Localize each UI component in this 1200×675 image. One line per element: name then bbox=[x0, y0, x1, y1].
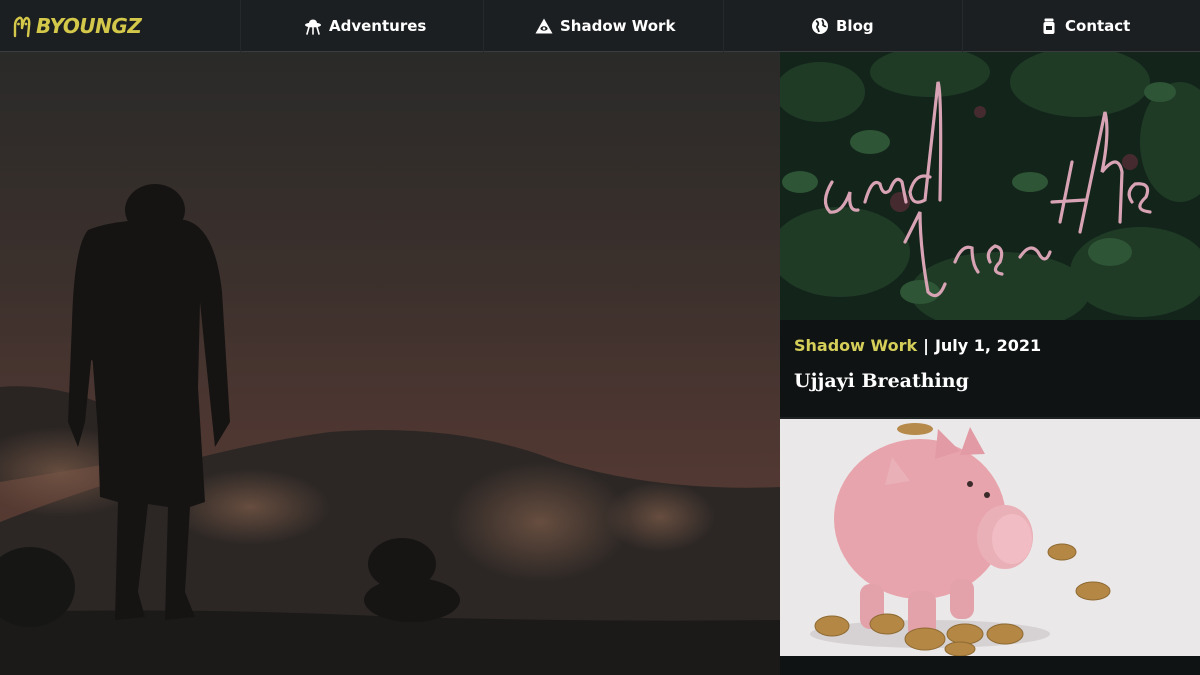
nav-label-contact: Contact bbox=[1065, 17, 1131, 35]
globe-icon bbox=[812, 18, 828, 34]
logo-hands-icon bbox=[13, 16, 31, 38]
post-image-and-breathe[interactable] bbox=[780, 52, 1200, 320]
post-image-piggy-bank[interactable] bbox=[780, 419, 1200, 656]
top-navigation: BYOUNGZ Adventures Shadow Work Blog Cont… bbox=[0, 0, 1200, 52]
post-title-link[interactable]: Ujjayi Breathing bbox=[794, 370, 969, 392]
nav-divider bbox=[240, 0, 241, 52]
site-logo[interactable]: BYOUNGZ bbox=[12, 12, 142, 40]
nav-item-adventures[interactable]: Adventures bbox=[304, 0, 426, 52]
piggy-bank-illustration bbox=[780, 419, 1200, 656]
nav-label-shadow-work: Shadow Work bbox=[560, 17, 676, 35]
nav-item-shadow-work[interactable]: Shadow Work bbox=[535, 0, 675, 52]
neon-sign-illustration bbox=[780, 52, 1200, 320]
nav-divider bbox=[962, 0, 963, 52]
ufo-icon bbox=[305, 19, 321, 35]
hero-image-hiker-silhouette[interactable] bbox=[0, 52, 780, 675]
eye-pyramid-icon bbox=[535, 18, 553, 34]
nav-item-blog[interactable]: Blog bbox=[811, 0, 874, 52]
nav-divider bbox=[723, 0, 724, 52]
jar-icon bbox=[1043, 18, 1055, 34]
nav-divider bbox=[483, 0, 484, 52]
post-meta-partial bbox=[794, 664, 1194, 675]
meta-separator: | bbox=[923, 336, 929, 355]
nav-item-contact[interactable]: Contact bbox=[1040, 0, 1130, 52]
nav-label-blog: Blog bbox=[836, 17, 874, 35]
post-sidebar: Shadow Work | July 1, 2021 Ujjayi Breath… bbox=[780, 52, 1200, 675]
logo-text: BYOUNGZ bbox=[36, 14, 142, 38]
nav-label-adventures: Adventures bbox=[329, 17, 427, 35]
hero-illustration bbox=[0, 52, 780, 675]
post-date: July 1, 2021 bbox=[934, 336, 1042, 355]
post-category-link[interactable]: Shadow Work bbox=[794, 336, 917, 355]
post-meta: Shadow Work | July 1, 2021 bbox=[794, 336, 1041, 355]
